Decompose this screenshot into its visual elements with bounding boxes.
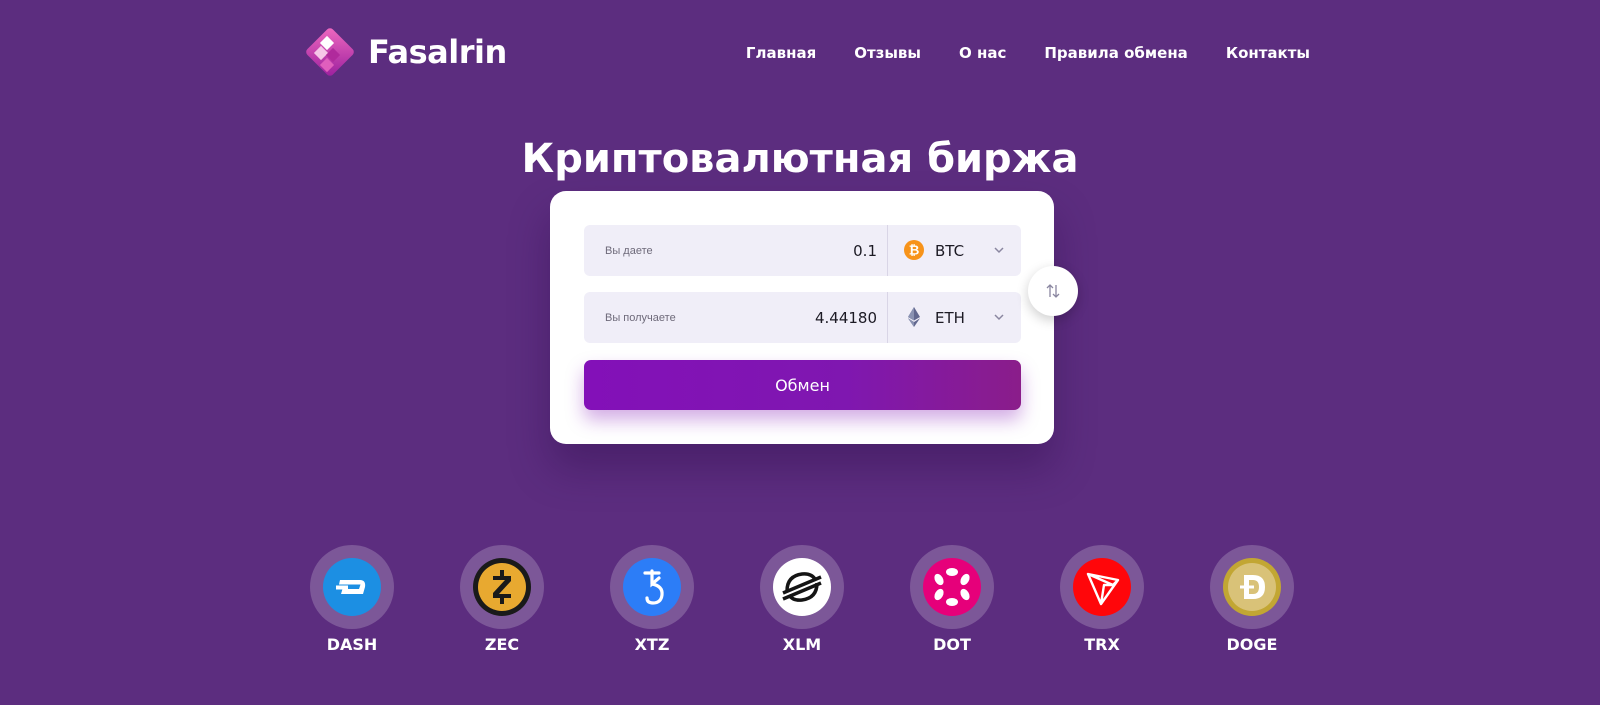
chevron-down-icon bbox=[994, 247, 1004, 254]
coin-trx[interactable]: TRX bbox=[1060, 545, 1144, 654]
stellar-icon bbox=[773, 558, 831, 616]
coin-ring bbox=[760, 545, 844, 629]
coin-code: TRX bbox=[1084, 635, 1120, 654]
get-row: Вы получаете 4.44180 ETH bbox=[584, 292, 1021, 343]
coin-code: ZEC bbox=[484, 635, 520, 654]
get-currency-select[interactable]: ETH bbox=[888, 292, 1021, 343]
page-title: Криптовалютная биржа bbox=[521, 136, 1079, 182]
chevron-down-icon bbox=[994, 314, 1004, 321]
nav-contacts[interactable]: Контакты bbox=[1226, 44, 1310, 62]
bitcoin-icon: ₿ bbox=[904, 240, 924, 260]
coin-code: XTZ bbox=[634, 635, 670, 654]
nav-home[interactable]: Главная bbox=[746, 44, 816, 62]
polkadot-icon bbox=[923, 558, 981, 616]
dogecoin-icon bbox=[1223, 558, 1281, 616]
exchange-button[interactable]: Обмен bbox=[584, 360, 1021, 410]
brand-name: Fasalrin bbox=[368, 33, 507, 71]
coin-ring bbox=[460, 545, 544, 629]
logo-icon bbox=[306, 28, 354, 76]
svg-text:₿: ₿ bbox=[909, 244, 920, 259]
exchange-card: Вы даете 0.1 ₿ BTC Вы получаете 4.44180 bbox=[550, 191, 1054, 444]
main-nav: Главная Отзывы О нас Правила обмена Конт… bbox=[746, 44, 1310, 62]
coin-dot[interactable]: DOT bbox=[910, 545, 994, 654]
coin-ring bbox=[310, 545, 394, 629]
coin-code: DOT bbox=[933, 635, 971, 654]
coin-zec[interactable]: ZEC bbox=[460, 545, 544, 654]
coin-list: DASH ZEC XTZ XLM DOT TRX DOGE bbox=[310, 545, 1294, 654]
tron-icon bbox=[1073, 558, 1131, 616]
swap-arrows-icon bbox=[1046, 284, 1060, 298]
give-amount-input[interactable]: 0.1 bbox=[853, 242, 877, 260]
nav-about[interactable]: О нас bbox=[959, 44, 1006, 62]
coin-xlm[interactable]: XLM bbox=[760, 545, 844, 654]
coin-code: DOGE bbox=[1226, 635, 1278, 654]
get-amount-input[interactable]: 4.44180 bbox=[815, 309, 877, 327]
coin-code: DASH bbox=[326, 635, 378, 654]
coin-xtz[interactable]: XTZ bbox=[610, 545, 694, 654]
give-label: Вы даете bbox=[605, 244, 653, 257]
give-row: Вы даете 0.1 ₿ BTC bbox=[584, 225, 1021, 276]
get-label: Вы получаете bbox=[605, 311, 676, 324]
brand-logo[interactable]: Fasalrin bbox=[298, 20, 507, 84]
coin-ring bbox=[1060, 545, 1144, 629]
coin-doge[interactable]: DOGE bbox=[1210, 545, 1294, 654]
nav-rules[interactable]: Правила обмена bbox=[1044, 44, 1187, 62]
give-currency-select[interactable]: ₿ BTC bbox=[888, 225, 1021, 276]
nav-reviews[interactable]: Отзывы bbox=[854, 44, 921, 62]
ethereum-icon bbox=[908, 307, 920, 327]
swap-button[interactable] bbox=[1028, 266, 1078, 316]
coin-code: XLM bbox=[782, 635, 822, 654]
coin-ring bbox=[1210, 545, 1294, 629]
tezos-icon bbox=[623, 558, 681, 616]
zcash-icon bbox=[473, 558, 531, 616]
coin-dash[interactable]: DASH bbox=[310, 545, 394, 654]
coin-ring bbox=[910, 545, 994, 629]
dash-icon bbox=[323, 558, 381, 616]
give-currency-code: BTC bbox=[935, 241, 965, 260]
get-currency-code: ETH bbox=[935, 308, 965, 327]
coin-ring bbox=[610, 545, 694, 629]
